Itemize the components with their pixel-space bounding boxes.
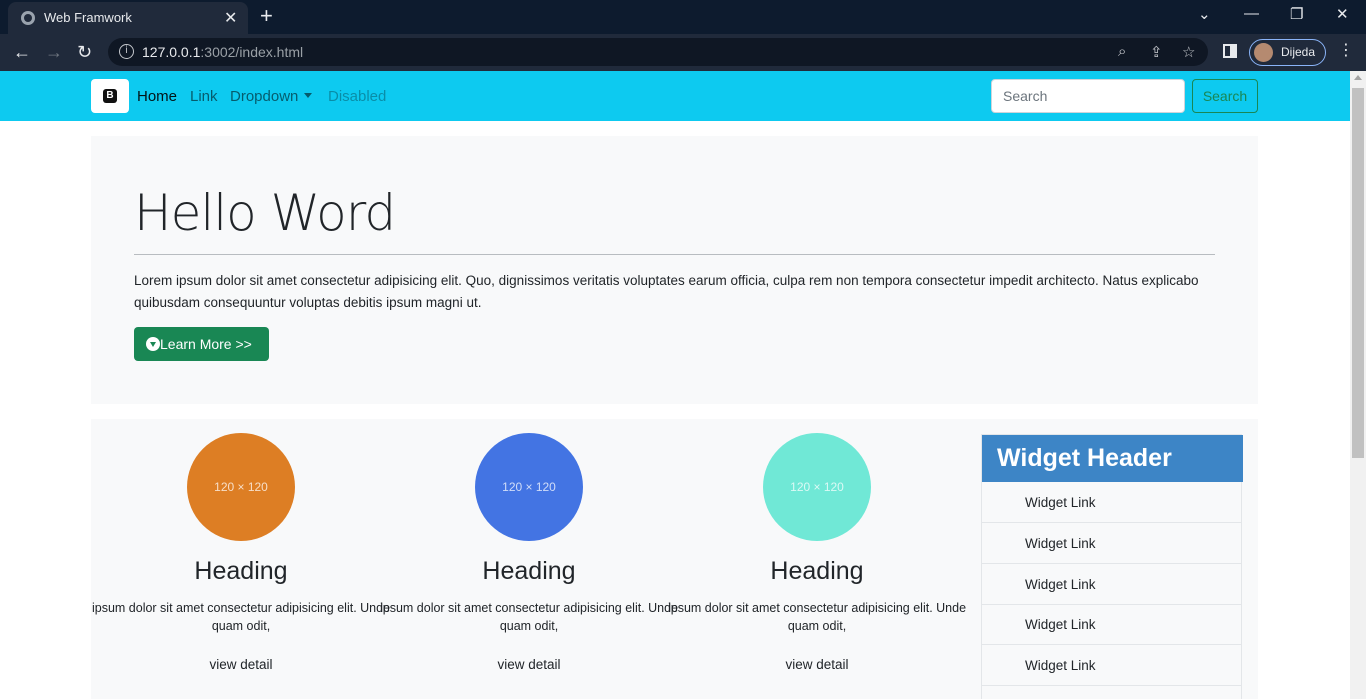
widget-link[interactable]: Widget Link [982,564,1241,605]
content-section: 120 × 120 Heading ipsum dolor sit amet c… [91,419,1258,699]
placeholder-image: 120 × 120 [187,433,295,541]
nav-link-home[interactable]: Home [137,88,177,105]
placeholder-image: 120 × 120 [475,433,583,541]
side-panel-icon[interactable] [1223,44,1237,58]
bootstrap-icon: B [103,89,117,103]
tab-title: Web Framwork [44,10,132,25]
column-heading: Heading [482,557,576,585]
column-text: ipsum dolor sit amet consectetur adipisi… [667,601,967,633]
scroll-up-arrow-icon[interactable] [1354,75,1362,80]
download-circle-icon [146,337,160,351]
widget-header: Widget Header [982,435,1243,482]
learn-more-label: Learn More >> [160,336,252,352]
nav-link-disabled: Disabled [328,88,387,105]
address-bar[interactable]: i 127.0.0.1:3002/index.html ⌕ ⇪ ☆ [108,38,1208,66]
zoom-icon[interactable]: ⌕ [1118,43,1126,60]
view-detail-link[interactable]: view detail [667,657,967,672]
minimize-icon[interactable]: — [1244,5,1259,22]
learn-more-button[interactable]: Learn More >> [134,327,269,361]
jumbotron-text: Lorem ipsum dolor sit amet consectetur a… [134,273,1199,310]
info-icon[interactable]: i [119,44,134,59]
widget-link[interactable]: Widget Link [982,645,1241,686]
profile-button[interactable]: Dijeda [1249,39,1326,66]
widget-link[interactable]: Widget Link [982,604,1241,645]
nav-dropdown-label: Dropdown [230,88,299,105]
back-icon[interactable]: ← [13,41,31,63]
star-icon[interactable]: ☆ [1182,43,1195,61]
avatar [1254,43,1273,62]
placeholder-label: 120 × 120 [790,480,844,494]
page-viewport: B Home Link Dropdown Disabled Search Hel… [0,71,1350,699]
caret-down-icon [304,93,313,98]
placeholder-label: 120 × 120 [214,480,268,494]
share-icon[interactable]: ⇪ [1150,43,1163,61]
navbar: B Home Link Dropdown Disabled Search [0,71,1350,121]
brand-logo[interactable]: B [91,79,129,113]
forward-icon[interactable]: → [45,41,63,63]
browser-toolbar: ← → ↻ i 127.0.0.1:3002/index.html ⌕ ⇪ ☆ … [0,34,1366,71]
scrollbar[interactable] [1350,71,1366,699]
scrollbar-thumb[interactable] [1352,88,1364,458]
window-close-icon[interactable]: ✕ [1336,5,1349,23]
url-text[interactable]: 127.0.0.1:3002/index.html [142,44,303,60]
divider [134,254,1215,255]
jumbotron: Hello Word Lorem ipsum dolor sit amet co… [91,136,1258,404]
browser-tab[interactable]: Web Framwork ✕ [8,2,248,34]
search-button[interactable]: Search [1192,79,1258,113]
reload-icon[interactable]: ↻ [77,41,92,63]
widget-link[interactable]: Widget Link [982,523,1241,564]
widget-link[interactable]: Widget Link [982,482,1241,523]
globe-icon [21,11,35,25]
view-detail-link[interactable]: view detail [91,657,391,672]
column-text: ipsum dolor sit amet consectetur adipisi… [379,601,679,633]
chevron-down-icon[interactable]: ⌄ [1198,5,1211,23]
restore-icon[interactable]: ❐ [1290,5,1303,23]
widget: Widget Header Widget Link Widget Link Wi… [981,434,1243,699]
browser-tab-strip: Web Framwork ✕ + ⌄ — ❐ ✕ [0,0,1366,34]
search-input[interactable] [991,79,1185,113]
close-icon[interactable]: ✕ [224,8,237,28]
plus-icon[interactable]: + [260,4,273,28]
nav-dropdown[interactable]: Dropdown [230,88,313,105]
profile-name: Dijeda [1281,45,1316,59]
view-detail-link[interactable]: view detail [379,657,679,672]
placeholder-label: 120 × 120 [502,480,556,494]
column-heading: Heading [770,557,864,585]
column-heading: Heading [194,557,288,585]
nav-link-link[interactable]: Link [190,88,218,105]
page-title: Hello Word [134,184,396,242]
column-text: ipsum dolor sit amet consectetur adipisi… [91,601,391,633]
menu-icon[interactable]: ⋮ [1338,42,1354,60]
placeholder-image: 120 × 120 [763,433,871,541]
